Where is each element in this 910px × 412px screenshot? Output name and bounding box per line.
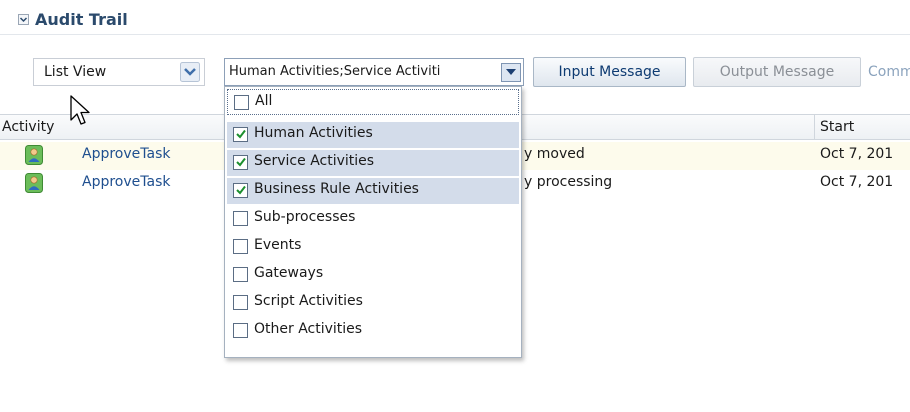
chevron-down-icon <box>19 17 28 23</box>
filter-option-label: Events <box>254 237 302 253</box>
filter-option-events[interactable]: Events <box>227 234 519 260</box>
task-link[interactable]: ApproveTask <box>82 146 170 162</box>
human-task-icon <box>25 173 43 193</box>
checkbox[interactable] <box>233 155 248 170</box>
filter-option-label: All <box>255 93 273 109</box>
input-message-button[interactable]: Input Message <box>533 57 686 87</box>
filter-option-label: Human Activities <box>254 125 373 141</box>
row-description: y moved <box>524 146 585 162</box>
human-task-icon <box>25 145 43 165</box>
header-divider <box>0 34 910 35</box>
row-start-date: Oct 7, 201 <box>820 174 894 190</box>
column-header-start[interactable]: Start <box>820 119 854 135</box>
view-select-value: List View <box>44 64 107 80</box>
filter-option-all[interactable]: All <box>227 89 519 115</box>
column-separator <box>814 115 815 140</box>
checkbox[interactable] <box>233 323 248 338</box>
task-link[interactable]: ApproveTask <box>82 174 170 190</box>
dropdown-arrow-icon[interactable] <box>501 63 521 82</box>
checkbox[interactable] <box>233 267 248 282</box>
activity-filter-dropdown: All Human Activities Service Activities … <box>224 86 522 358</box>
collapse-toggle[interactable] <box>18 14 29 25</box>
row-start-date: Oct 7, 201 <box>820 146 894 162</box>
row-description: y processing <box>524 174 613 190</box>
filter-option-label: Script Activities <box>254 293 363 309</box>
checkmark-icon <box>236 185 246 195</box>
filter-option-other-activities[interactable]: Other Activities <box>227 318 519 344</box>
filter-option-label: Business Rule Activities <box>254 181 419 197</box>
checkbox[interactable] <box>234 95 249 110</box>
checkmark-icon <box>236 157 246 167</box>
filter-option-sub-processes[interactable]: Sub-processes <box>227 206 519 232</box>
chevron-down-icon[interactable] <box>180 62 200 82</box>
section-title: Audit Trail <box>35 10 128 29</box>
column-header-activity[interactable]: Activity <box>2 119 54 135</box>
filter-option-label: Sub-processes <box>254 209 356 225</box>
checkbox[interactable] <box>233 127 248 142</box>
view-select[interactable]: List View <box>33 58 205 86</box>
filter-option-service-activities[interactable]: Service Activities <box>227 150 519 176</box>
filter-option-label: Other Activities <box>254 321 363 337</box>
checkbox[interactable] <box>233 211 248 226</box>
activity-filter-value: Human Activities;Service Activiti <box>229 64 441 79</box>
filter-option-gateways[interactable]: Gateways <box>227 262 519 288</box>
filter-option-business-rule-activities[interactable]: Business Rule Activities <box>227 178 519 204</box>
checkbox[interactable] <box>233 295 248 310</box>
filter-option-label: Service Activities <box>254 153 375 169</box>
checkmark-icon <box>236 129 246 139</box>
checkbox[interactable] <box>233 183 248 198</box>
checkbox[interactable] <box>233 239 248 254</box>
filter-option-script-activities[interactable]: Script Activities <box>227 290 519 316</box>
filter-option-human-activities[interactable]: Human Activities <box>227 122 519 148</box>
activity-filter-select[interactable]: Human Activities;Service Activiti <box>224 58 524 86</box>
filter-option-label: Gateways <box>254 265 324 281</box>
comm-link[interactable]: Comm <box>868 64 910 80</box>
output-message-button[interactable]: Output Message <box>693 57 861 87</box>
mouse-pointer-icon <box>70 95 90 125</box>
audit-trail-header: Audit Trail <box>0 0 910 40</box>
